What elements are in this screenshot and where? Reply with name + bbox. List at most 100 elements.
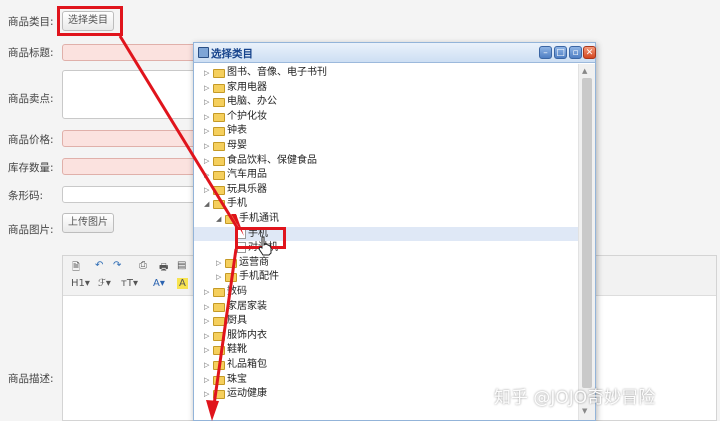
minimize-button[interactable]: – xyxy=(539,46,552,59)
folder-icon xyxy=(213,156,225,166)
font-size-dropdown[interactable]: тT▾ xyxy=(121,278,138,289)
folder-icon xyxy=(225,215,237,224)
expand-arrow-icon[interactable]: ▷ xyxy=(204,168,212,182)
tree-node-label: 手机通讯 xyxy=(239,213,279,224)
redo-icon[interactable]: ↷ xyxy=(113,260,121,271)
tree-node[interactable]: ▷ 手机配件 xyxy=(216,270,279,284)
tree-node[interactable]: ▷ 服饰内衣 xyxy=(204,329,267,343)
tree-node-label: 家用电器 xyxy=(227,81,267,93)
expand-arrow-icon[interactable]: ▷ xyxy=(204,300,212,314)
collapse-arrow-icon[interactable]: ◢ xyxy=(204,197,212,211)
tree-node[interactable]: ▷ 鞋靴 xyxy=(204,343,247,357)
upload-image-button[interactable]: 上传图片 xyxy=(62,213,114,233)
barcode-input[interactable] xyxy=(62,186,202,203)
expand-arrow-icon[interactable]: ▷ xyxy=(216,256,224,270)
save-icon xyxy=(198,47,209,58)
folder-icon xyxy=(213,331,225,341)
title-input[interactable] xyxy=(62,44,202,61)
tree-node[interactable]: ▷ 运营商 xyxy=(216,256,269,270)
select-category-button[interactable]: 选择类目 xyxy=(62,11,114,31)
tree-node[interactable]: ◢ 手机 xyxy=(204,197,247,211)
tree-node[interactable]: ▷ 运动健康 xyxy=(204,387,267,401)
tree-node-label: 鞋靴 xyxy=(227,344,247,356)
folder-icon xyxy=(213,361,225,370)
tree-node-label: 手机 xyxy=(227,198,247,210)
expand-arrow-icon[interactable]: ▷ xyxy=(204,95,212,109)
folder-icon xyxy=(213,200,225,210)
highlight-button[interactable]: A xyxy=(177,278,188,289)
expand-arrow-icon[interactable]: ▷ xyxy=(204,183,212,197)
tree-node-label: 个护化妆 xyxy=(227,110,267,122)
tree-node[interactable]: ▷ 珠宝 xyxy=(204,373,247,387)
scrollbar-thumb[interactable] xyxy=(582,78,592,388)
expand-arrow-icon[interactable]: ▷ xyxy=(204,154,212,168)
heading-label: H1 xyxy=(71,278,85,289)
folder-icon xyxy=(213,83,225,93)
tree-node-label: 汽车用品 xyxy=(227,169,267,181)
scroll-down-icon[interactable]: ▼ xyxy=(582,407,587,415)
tree-node[interactable]: ▷ 家居家装 xyxy=(204,300,267,314)
folder-icon xyxy=(213,69,225,78)
folder-icon xyxy=(213,127,225,137)
tree-node-label: 食品饮料、保健食品 xyxy=(227,154,317,166)
font-family-label: ℱ xyxy=(98,278,106,289)
tree-node[interactable]: ◢ 手机通讯 xyxy=(216,212,279,226)
expand-arrow-icon[interactable]: ▷ xyxy=(204,81,212,95)
undo-icon[interactable]: ↶ xyxy=(95,260,103,271)
folder-icon xyxy=(213,302,225,312)
close-button[interactable]: ✕ xyxy=(583,46,596,59)
tree-node[interactable]: ▷ 家用电器 xyxy=(204,81,267,95)
description-label: 商品描述: xyxy=(8,373,54,385)
tree-node-label: 图书、音像、电子书刊 xyxy=(227,67,327,78)
tree-node[interactable]: ▷ 个护化妆 xyxy=(204,110,267,124)
tree-node[interactable]: ▷ 食品饮料、保健食品 xyxy=(204,154,317,168)
expand-arrow-icon[interactable]: ▷ xyxy=(204,285,212,299)
scroll-up-icon[interactable]: ▲ xyxy=(582,67,587,75)
expand-arrow-icon[interactable]: ▷ xyxy=(204,343,212,357)
tree-node[interactable]: ▷ 钟表 xyxy=(204,124,247,138)
folder-icon xyxy=(213,390,225,400)
tree-node[interactable]: ▷ 数码 xyxy=(204,285,247,299)
price-input[interactable] xyxy=(62,130,202,147)
expand-arrow-icon[interactable]: ▷ xyxy=(204,358,212,372)
tree-node[interactable]: ▷ 汽车用品 xyxy=(204,168,267,182)
maximize-button[interactable]: □ xyxy=(554,46,567,59)
print-icon[interactable]: 🖶 xyxy=(159,260,168,277)
tree-scrollbar[interactable]: ▲ ▼ xyxy=(578,64,595,420)
tree-node[interactable]: ▷ 玩具乐器 xyxy=(204,183,267,197)
folder-icon xyxy=(213,346,225,356)
stock-input[interactable] xyxy=(62,158,202,175)
expand-arrow-icon[interactable]: ▷ xyxy=(204,66,212,80)
font-family-dropdown[interactable]: ℱ▾ xyxy=(98,278,111,289)
expand-arrow-icon[interactable]: ▷ xyxy=(204,124,212,138)
tree-node[interactable]: ▷ 厨具 xyxy=(204,314,247,328)
tree-node[interactable]: ▷ 电脑、办公 xyxy=(204,95,277,109)
tree-node-label: 钟表 xyxy=(227,125,247,137)
expand-arrow-icon[interactable]: ▷ xyxy=(204,329,212,343)
folder-icon xyxy=(225,258,237,268)
restore-button[interactable]: ▫ xyxy=(569,46,582,59)
dialog-title: 选择类目 xyxy=(211,48,253,60)
folder-icon xyxy=(213,375,225,385)
source-icon[interactable]: 🗎 xyxy=(72,260,80,277)
expand-arrow-icon[interactable]: ▷ xyxy=(216,270,224,284)
font-color-dropdown[interactable]: A▾ xyxy=(153,278,165,289)
collapse-arrow-icon[interactable]: ◢ xyxy=(216,212,224,226)
template-icon[interactable]: ▤ xyxy=(177,260,186,271)
expand-arrow-icon[interactable]: ▷ xyxy=(204,387,212,401)
folder-icon xyxy=(213,112,225,122)
file-icon xyxy=(237,242,246,254)
tree-node[interactable]: ▷ 礼品箱包 xyxy=(204,358,267,372)
tree-node[interactable]: ▷ 母婴 xyxy=(204,139,247,153)
expand-arrow-icon[interactable]: ▷ xyxy=(204,139,212,153)
preview-icon[interactable]: ⎙ xyxy=(139,260,147,271)
expand-arrow-icon[interactable]: ▷ xyxy=(204,373,212,387)
expand-arrow-icon[interactable]: ▷ xyxy=(204,314,212,328)
tree-node[interactable]: ▷ 图书、音像、电子书刊 xyxy=(204,66,327,80)
dialog-titlebar[interactable]: 选择类目 – □ ▫ ✕ xyxy=(194,43,596,63)
expand-arrow-icon[interactable]: ▷ xyxy=(204,110,212,124)
heading-dropdown[interactable]: H1▾ xyxy=(71,278,90,289)
selling-point-textarea[interactable] xyxy=(62,70,202,119)
title-label: 商品标题: xyxy=(8,47,54,59)
tree-node-label: 玩具乐器 xyxy=(227,183,267,195)
